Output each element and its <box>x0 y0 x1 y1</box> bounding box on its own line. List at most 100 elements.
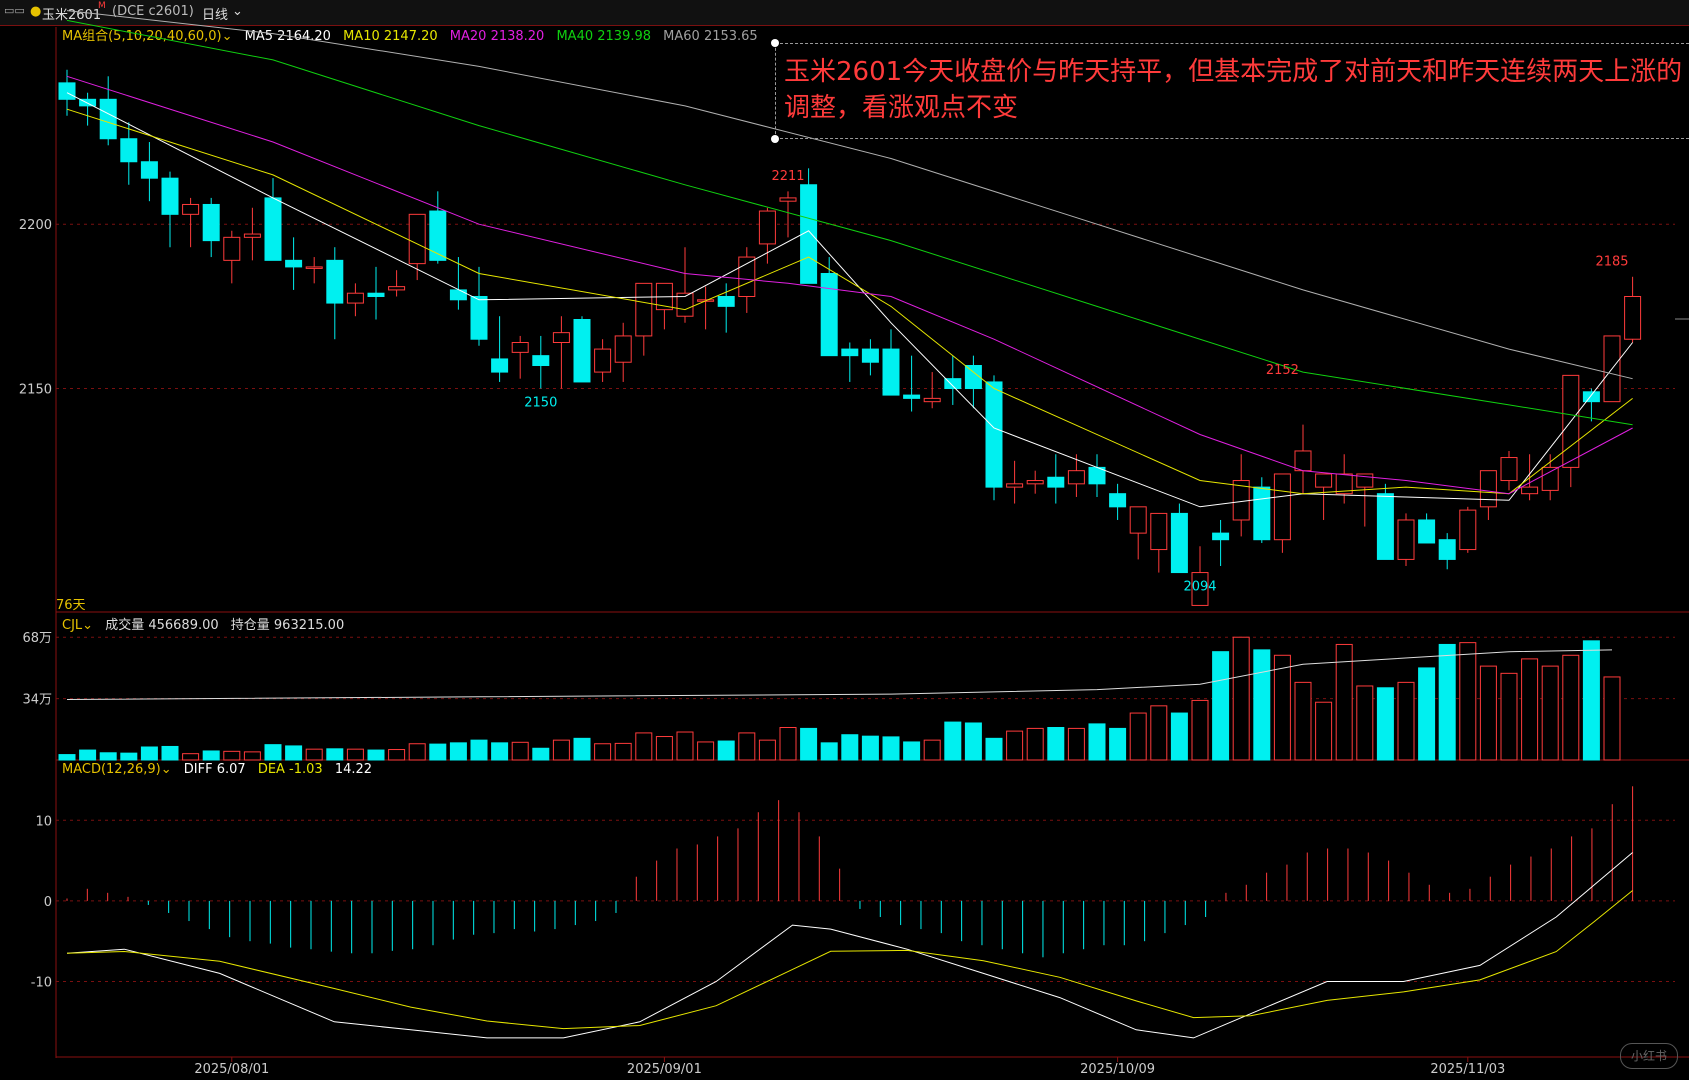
volume-bar <box>223 750 241 761</box>
peak-label: 2150 <box>524 396 557 411</box>
candle-down <box>449 289 467 301</box>
candle-down <box>326 259 344 304</box>
candle-down <box>903 394 921 399</box>
volume-bar <box>532 747 550 761</box>
candle-up <box>738 256 756 297</box>
ma-line-ma10 <box>66 108 1633 495</box>
volume-bar <box>1150 705 1168 761</box>
volume-bar <box>140 746 158 761</box>
annotation-handle-top[interactable] <box>771 39 779 47</box>
candle-up <box>1624 295 1642 340</box>
date-tick-label: 2025/11/03 <box>1430 1062 1505 1077</box>
volume-bar <box>655 736 673 761</box>
volume-bar <box>1438 643 1456 761</box>
candle-up <box>1500 457 1518 482</box>
macd-tick-label: -10 <box>31 975 52 990</box>
volume-bar <box>79 749 97 761</box>
candle-up <box>511 342 529 353</box>
candle-down <box>1109 493 1127 508</box>
date-tick-label: 2025/09/01 <box>627 1062 702 1077</box>
candle-down <box>58 82 76 100</box>
candle-down <box>285 259 303 268</box>
candle-down <box>429 210 447 261</box>
volume-bar <box>429 743 447 761</box>
candle-up <box>182 203 200 215</box>
candle-down <box>882 348 900 396</box>
candle-down <box>573 319 591 383</box>
volume-bar <box>676 731 694 761</box>
candle-down <box>985 381 1003 488</box>
annotation-text: 玉米2601今天收盘价与昨天持平，但基本完成了对前天和昨天连续两天上涨的调整，看… <box>784 57 1683 123</box>
peak-label: 2152 <box>1266 363 1299 378</box>
volume-bar <box>779 727 797 761</box>
annotation-handle-bottom[interactable] <box>771 135 779 143</box>
diff-line <box>66 852 1633 1039</box>
volume-bar <box>449 742 467 761</box>
volume-bar <box>120 752 138 761</box>
volume-bar <box>964 722 982 761</box>
volume-bar <box>1397 681 1415 761</box>
candle-down <box>491 358 509 373</box>
volume-bar <box>552 739 570 761</box>
volume-bar <box>99 752 117 761</box>
candle-up <box>243 233 261 238</box>
volume-bar <box>985 737 1003 761</box>
volume-bar <box>1006 730 1024 761</box>
volume-bar <box>1315 701 1333 761</box>
volume-bar <box>305 748 323 761</box>
volume-bar <box>58 754 76 761</box>
candle-up <box>779 197 797 202</box>
volume-bar <box>1541 665 1559 761</box>
candle-up <box>388 286 406 291</box>
volume-bar <box>861 735 879 761</box>
volume-bar <box>944 721 962 761</box>
candle-up <box>305 266 323 269</box>
kline-chart[interactable]: 2200 2150 2211 2150 2152 2094 2185 68万 34万 10 0 -10… <box>0 0 1689 1080</box>
candle-up <box>635 282 653 337</box>
volume-bar <box>573 737 591 761</box>
candle-up <box>1541 466 1559 491</box>
candle-up <box>1294 450 1312 472</box>
candle-down <box>140 161 158 179</box>
candle-up <box>1067 470 1085 485</box>
peak-label: 2185 <box>1595 254 1628 269</box>
volume-bar <box>243 751 261 761</box>
price-tick-label: 2200 <box>19 218 52 233</box>
volume-bar <box>758 739 776 761</box>
volume-bar <box>1253 649 1271 761</box>
volume-bar <box>1500 672 1518 761</box>
volume-bar <box>594 743 612 761</box>
candle-up <box>1006 483 1024 488</box>
volume-bar <box>1459 642 1477 761</box>
candle-down <box>1418 519 1436 544</box>
volume-bar <box>264 744 282 761</box>
volume-bar <box>511 741 529 761</box>
volume-bar <box>491 742 509 761</box>
macd-tick-label: 10 <box>35 814 52 829</box>
volume-bar <box>285 745 303 761</box>
peak-label: 2094 <box>1183 580 1216 595</box>
candle-down <box>841 348 859 357</box>
annotation-box[interactable]: 玉米2601今天收盘价与昨天持平，但基本完成了对前天和昨天连续两天上涨的调整，看… <box>775 43 1689 139</box>
candle-up <box>223 236 241 261</box>
candle-up <box>1479 470 1497 508</box>
volume-bar <box>1129 712 1147 761</box>
macd-tick-label: 0 <box>44 895 52 910</box>
volume-bar <box>1273 654 1291 761</box>
days-label: 76天 <box>56 598 86 613</box>
candle-down <box>367 292 385 297</box>
volume-bar <box>326 748 344 761</box>
candle-up <box>1459 509 1477 551</box>
volume-bar <box>738 732 756 761</box>
candle-down <box>202 203 220 242</box>
volume-bar <box>1294 681 1312 761</box>
volume-bar <box>408 743 426 761</box>
volume-bar <box>367 749 385 761</box>
volume-bar <box>1109 727 1127 761</box>
volume-tick-label: 34万 <box>22 693 52 708</box>
candle-down <box>1170 512 1188 574</box>
candle-down <box>1212 532 1230 541</box>
volume-bar <box>717 740 735 761</box>
candle-down <box>1047 476 1065 488</box>
volume-bar <box>161 745 179 761</box>
